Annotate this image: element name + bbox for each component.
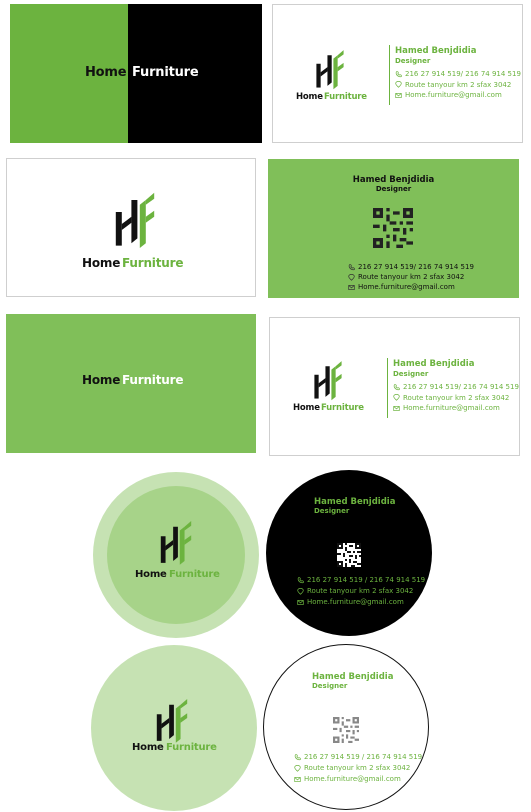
card-back-white-2: Home Furniture Hamed Benjdidia Designer … xyxy=(269,317,520,456)
wordmark-furniture: Furniture xyxy=(166,742,217,753)
contact-block: Hamed Benjdidia Designer 216 27 914 519/… xyxy=(393,359,519,414)
mail-icon xyxy=(395,92,402,98)
contact-email-row: Home.furniture@gmail.com xyxy=(348,282,474,292)
qr-code-icon xyxy=(333,717,359,743)
location-pin-icon xyxy=(348,273,355,281)
wordmark-furniture: Furniture xyxy=(132,65,199,80)
mail-icon xyxy=(294,777,301,782)
phone-icon xyxy=(294,754,301,761)
wordmark-furniture: Furniture xyxy=(321,403,364,413)
contact-role: Designer xyxy=(314,507,350,515)
contact-phone: 216 27 914 519 / 216 74 914 519 xyxy=(304,753,423,761)
wordmark-furniture: Furniture xyxy=(122,373,184,387)
wordmark-furniture: Furniture xyxy=(169,569,220,580)
wordmark-home: Home xyxy=(296,92,323,102)
card-back-green: Hamed Benjdidia Designer 216 27 914 519/… xyxy=(268,159,519,298)
card-front-split: Home Furniture xyxy=(10,4,262,143)
contact-role: Designer xyxy=(395,57,431,65)
wordmark-home: Home xyxy=(85,65,127,80)
card-front-green: Home Furniture xyxy=(6,314,256,453)
location-pin-icon xyxy=(297,588,304,595)
phone-icon xyxy=(297,577,304,584)
contact-email: Home.furniture@gmail.com xyxy=(403,404,500,412)
contact-address-row: Route tanyour km 2 sfax 3042 xyxy=(348,272,474,282)
mail-icon xyxy=(393,405,400,411)
contact-address: Route tanyour km 2 sfax 3042 xyxy=(405,80,512,89)
wordmark-home: Home xyxy=(82,373,121,387)
contact-email-row: Home.furniture@gmail.com xyxy=(294,774,422,785)
round-card-front-pale: Home Furniture xyxy=(91,645,257,811)
qr-code-icon xyxy=(373,208,413,248)
contact-address: Route tanyour km 2 sfax 3042 xyxy=(304,764,411,772)
contact-phone: 216 27 914 519/ 216 74 914 519 xyxy=(405,70,521,78)
contact-address: Route tanyour km 2 sfax 3042 xyxy=(358,273,465,281)
location-pin-icon xyxy=(393,394,400,402)
contact-email: Home.furniture@gmail.com xyxy=(307,598,404,606)
contact-phone-row: 216 27 914 519/ 216 74 914 519 xyxy=(393,382,519,393)
contact-name: Hamed Benjdidia xyxy=(352,175,435,185)
contact-phone-row: 216 27 914 519 / 216 74 914 519 xyxy=(297,575,425,586)
hf-monogram-icon xyxy=(156,699,188,743)
contact-phone: 216 27 914 519/ 216 74 914 519 xyxy=(403,383,519,391)
contact-phone: 216 27 914 519 / 216 74 914 519 xyxy=(307,576,426,584)
round-card-front-green: Home Furniture xyxy=(93,472,259,638)
contact-name: Hamed Benjdidia xyxy=(393,359,475,369)
contact-address-row: Route tanyour km 2 sfax 3042 xyxy=(395,80,521,91)
card-front-white: Home Furniture xyxy=(6,158,256,297)
round-card-back-black: Hamed Benjdidia Designer 216 27 914 519 … xyxy=(266,470,432,636)
card-back-white-1: Home Furniture Hamed Benjdidia Designer … xyxy=(272,4,523,143)
phone-icon xyxy=(348,263,355,270)
contact-address: Route tanyour km 2 sfax 3042 xyxy=(307,587,414,595)
phone-icon xyxy=(395,71,402,77)
contact-block: 216 27 914 519 / 216 74 914 519 Route ta… xyxy=(294,752,422,785)
qr-code-icon xyxy=(337,543,361,567)
contact-email-row: Home.furniture@gmail.com xyxy=(297,597,425,608)
divider-line xyxy=(389,45,390,105)
contact-email: Home.furniture@gmail.com xyxy=(358,283,455,291)
wordmark-home: Home xyxy=(82,256,121,270)
contact-role: Designer xyxy=(375,185,412,193)
contact-email: Home.furniture@gmail.com xyxy=(405,91,502,99)
wordmark-furniture: Furniture xyxy=(122,256,184,270)
mail-icon xyxy=(297,600,304,605)
contact-email-row: Home.furniture@gmail.com xyxy=(393,403,519,414)
contact-phone: 216 27 914 519/ 216 74 914 519 xyxy=(358,263,474,271)
wordmark-home: Home xyxy=(293,403,320,413)
contact-block: 216 27 914 519 / 216 74 914 519 Route ta… xyxy=(297,575,425,608)
contact-block: 216 27 914 519/ 216 74 914 519 Route tan… xyxy=(348,262,474,292)
contact-role: Designer xyxy=(393,370,429,378)
contact-address-row: Route tanyour km 2 sfax 3042 xyxy=(297,586,425,597)
location-pin-icon xyxy=(294,765,301,772)
round-card-back-white: Hamed Benjdidia Designer 216 27 914 519 … xyxy=(263,644,429,810)
mail-icon xyxy=(348,284,355,290)
contact-email-row: Home.furniture@gmail.com xyxy=(395,90,521,101)
contact-name: Hamed Benjdidia xyxy=(312,672,394,682)
divider-line xyxy=(387,358,388,418)
contact-phone-row: 216 27 914 519 / 216 74 914 519 xyxy=(294,752,422,763)
hf-monogram-icon xyxy=(115,192,155,248)
contact-address-row: Route tanyour km 2 sfax 3042 xyxy=(393,393,519,404)
contact-name: Hamed Benjdidia xyxy=(395,46,477,56)
wordmark-home: Home xyxy=(135,569,167,580)
contact-address: Route tanyour km 2 sfax 3042 xyxy=(403,393,510,402)
contact-address-row: Route tanyour km 2 sfax 3042 xyxy=(294,763,422,774)
hf-monogram-icon xyxy=(160,521,192,565)
contact-email: Home.furniture@gmail.com xyxy=(304,775,401,783)
hf-monogram-icon xyxy=(314,361,342,401)
location-pin-icon xyxy=(395,81,402,89)
contact-block: Hamed Benjdidia Designer 216 27 914 519/… xyxy=(395,46,521,101)
contact-phone-row: 216 27 914 519/ 216 74 914 519 xyxy=(348,262,474,272)
hf-monogram-icon xyxy=(316,50,344,90)
contact-name: Hamed Benjdidia xyxy=(314,497,396,507)
wordmark-furniture: Furniture xyxy=(324,92,367,102)
contact-phone-row: 216 27 914 519/ 216 74 914 519 xyxy=(395,69,521,80)
wordmark-home: Home xyxy=(132,742,164,753)
contact-role: Designer xyxy=(312,682,348,690)
phone-icon xyxy=(393,384,400,390)
